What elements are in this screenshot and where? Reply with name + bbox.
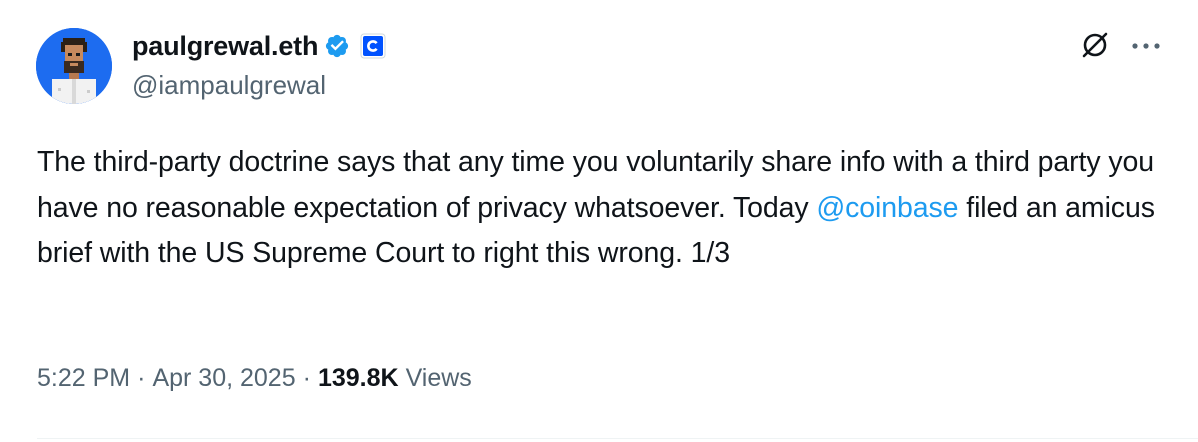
pixel-portrait-icon xyxy=(36,28,112,104)
more-options-icon[interactable] xyxy=(1128,34,1164,58)
grok-icon[interactable] xyxy=(1080,30,1110,60)
divider xyxy=(37,438,1198,439)
coinbase-logo-icon[interactable] xyxy=(360,33,386,59)
author-name-row: paulgrewal.eth xyxy=(132,26,386,66)
tweet-metadata: 5:22 PM · Apr 30, 2025 · 139.8K Views xyxy=(37,364,472,393)
tweet-card: paulgrewal.eth @iampaulgrewal The third-… xyxy=(0,0,1198,442)
author-handle[interactable]: @iampaulgrewal xyxy=(132,70,326,101)
meta-separator: · xyxy=(302,364,311,392)
meta-separator: · xyxy=(137,364,146,392)
views-label[interactable]: Views xyxy=(406,364,472,393)
verified-check-icon[interactable] xyxy=(324,33,350,59)
views-count[interactable]: 139.8K xyxy=(318,364,399,393)
post-date[interactable]: Apr 30, 2025 xyxy=(152,364,295,393)
mention-link[interactable]: @coinbase xyxy=(816,192,958,224)
post-time[interactable]: 5:22 PM xyxy=(37,364,130,393)
tweet-text: The third-party doctrine says that any t… xyxy=(37,140,1177,277)
author-avatar[interactable] xyxy=(36,28,112,104)
author-display-name[interactable]: paulgrewal.eth xyxy=(132,31,318,62)
